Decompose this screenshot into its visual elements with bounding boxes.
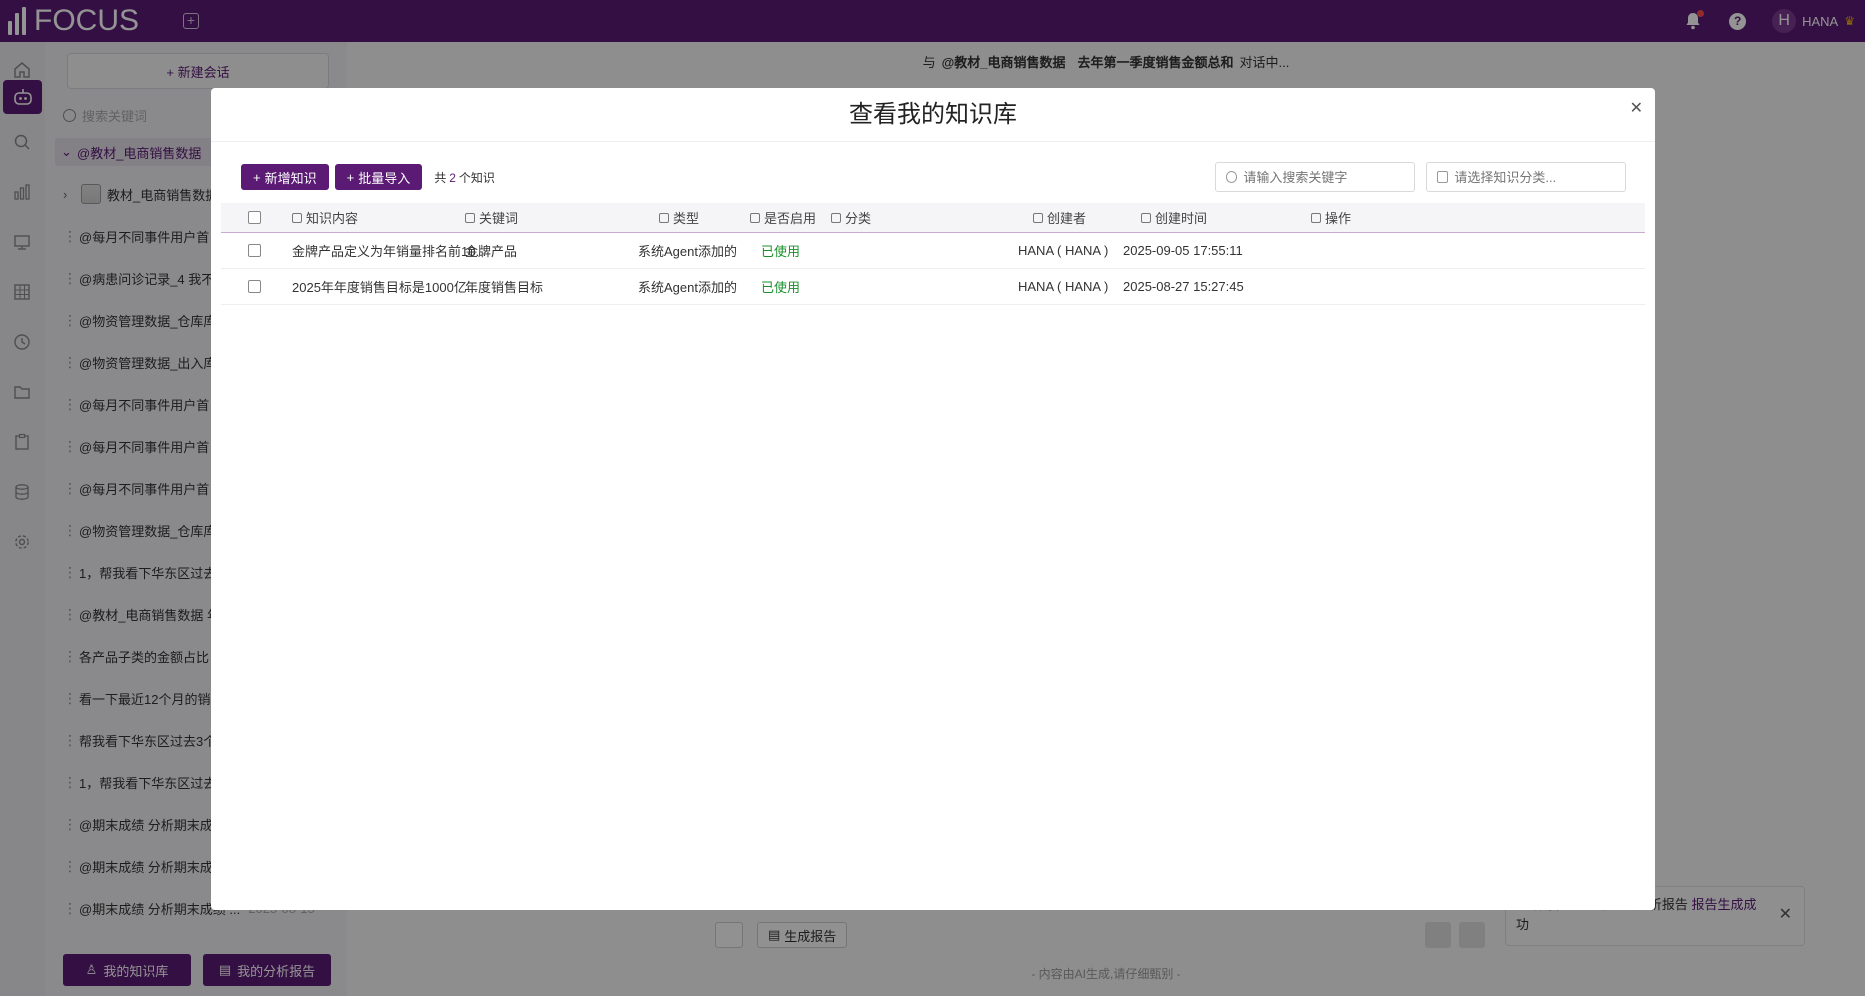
row-checkbox[interactable] bbox=[248, 244, 261, 257]
knowledge-search-field[interactable] bbox=[1215, 162, 1415, 192]
col-keyword[interactable]: 关键词 bbox=[465, 203, 518, 232]
col-actions-label: 操作 bbox=[1325, 211, 1352, 226]
lock-icon bbox=[750, 212, 760, 223]
col-keyword-label: 关键词 bbox=[479, 211, 519, 226]
bookmark-icon bbox=[831, 212, 841, 223]
col-type[interactable]: 类型 bbox=[659, 203, 699, 232]
row-enabled-status: 已使用 bbox=[761, 280, 801, 295]
plus-icon: + bbox=[346, 169, 355, 185]
col-created-at[interactable]: 创建时间 bbox=[1141, 203, 1207, 232]
select-all-checkbox[interactable] bbox=[248, 211, 261, 224]
table-row[interactable]: 金牌产品定义为年销量排名前10... 金牌产品 系统Agent添加的 已使用 H… bbox=[221, 233, 1645, 269]
keyword-icon bbox=[465, 212, 475, 223]
category-select[interactable] bbox=[1426, 162, 1626, 192]
row-content: 2025年年度销售目标是1000亿... bbox=[292, 280, 478, 295]
col-creator[interactable]: 创建者 bbox=[1033, 203, 1086, 232]
row-checkbox[interactable] bbox=[248, 280, 261, 293]
close-icon[interactable]: ✕ bbox=[1630, 98, 1643, 118]
col-content[interactable]: 知识内容 bbox=[292, 203, 358, 232]
user-icon bbox=[1033, 212, 1043, 223]
category-grid-icon bbox=[1437, 171, 1449, 183]
gear-icon bbox=[1311, 212, 1321, 223]
row-keyword: 金牌产品 bbox=[465, 244, 518, 259]
knowledge-search-input[interactable] bbox=[1237, 169, 1414, 185]
table-header: 知识内容 关键词 类型 是否启用 分类 创建者 创建时间 操作 bbox=[221, 203, 1645, 233]
col-content-label: 知识内容 bbox=[306, 211, 359, 226]
batch-import-button[interactable]: + 批量导入 bbox=[334, 164, 423, 190]
table-row[interactable]: 2025年年度销售目标是1000亿... 年度销售目标 系统Agent添加的 已… bbox=[221, 269, 1645, 305]
count-prefix: 共 bbox=[434, 170, 447, 185]
col-creator-label: 创建者 bbox=[1047, 211, 1087, 226]
col-category-label: 分类 bbox=[845, 211, 872, 226]
row-keyword: 年度销售目标 bbox=[465, 280, 544, 295]
col-enabled-label: 是否启用 bbox=[764, 211, 817, 226]
row-type: 系统Agent添加的 bbox=[638, 280, 737, 295]
col-type-label: 类型 bbox=[673, 211, 700, 226]
add-knowledge-button[interactable]: + 新增知识 bbox=[241, 164, 329, 190]
modal-title: 查看我的知识库 bbox=[211, 88, 1655, 142]
row-creator: HANA ( HANA ) bbox=[1018, 279, 1109, 294]
row-content: 金牌产品定义为年销量排名前10... bbox=[292, 244, 487, 259]
content-icon bbox=[292, 212, 302, 223]
row-created-at: 2025-08-27 15:27:45 bbox=[1123, 279, 1244, 294]
col-enabled[interactable]: 是否启用 bbox=[750, 203, 816, 232]
row-created-at: 2025-09-05 17:55:11 bbox=[1123, 243, 1243, 258]
plus-icon: + bbox=[253, 169, 261, 185]
knowledge-modal: 查看我的知识库 ✕ + 新增知识 + 批量导入 共2个知识 知识内容 关键词 类… bbox=[211, 88, 1655, 910]
col-actions: 操作 bbox=[1311, 203, 1351, 232]
clock-icon bbox=[1141, 212, 1151, 223]
count-suffix: 个知识 bbox=[458, 170, 495, 185]
col-category[interactable]: 分类 bbox=[831, 203, 871, 232]
row-enabled-status: 已使用 bbox=[761, 244, 801, 259]
knowledge-table: 知识内容 关键词 类型 是否启用 分类 创建者 创建时间 操作 金牌产品定义为年… bbox=[221, 203, 1645, 305]
category-select-input[interactable] bbox=[1448, 169, 1625, 185]
search-icon bbox=[1226, 171, 1238, 183]
col-created-at-label: 创建时间 bbox=[1155, 211, 1208, 226]
row-creator: HANA ( HANA ) bbox=[1018, 243, 1109, 258]
count-number: 2 bbox=[449, 170, 456, 185]
type-icon bbox=[659, 212, 669, 223]
add-knowledge-label: 新增知识 bbox=[264, 170, 317, 186]
row-type: 系统Agent添加的 bbox=[638, 244, 737, 259]
knowledge-count: 共 2 个知识 bbox=[434, 169, 495, 186]
batch-import-label: 批量导入 bbox=[358, 170, 411, 186]
